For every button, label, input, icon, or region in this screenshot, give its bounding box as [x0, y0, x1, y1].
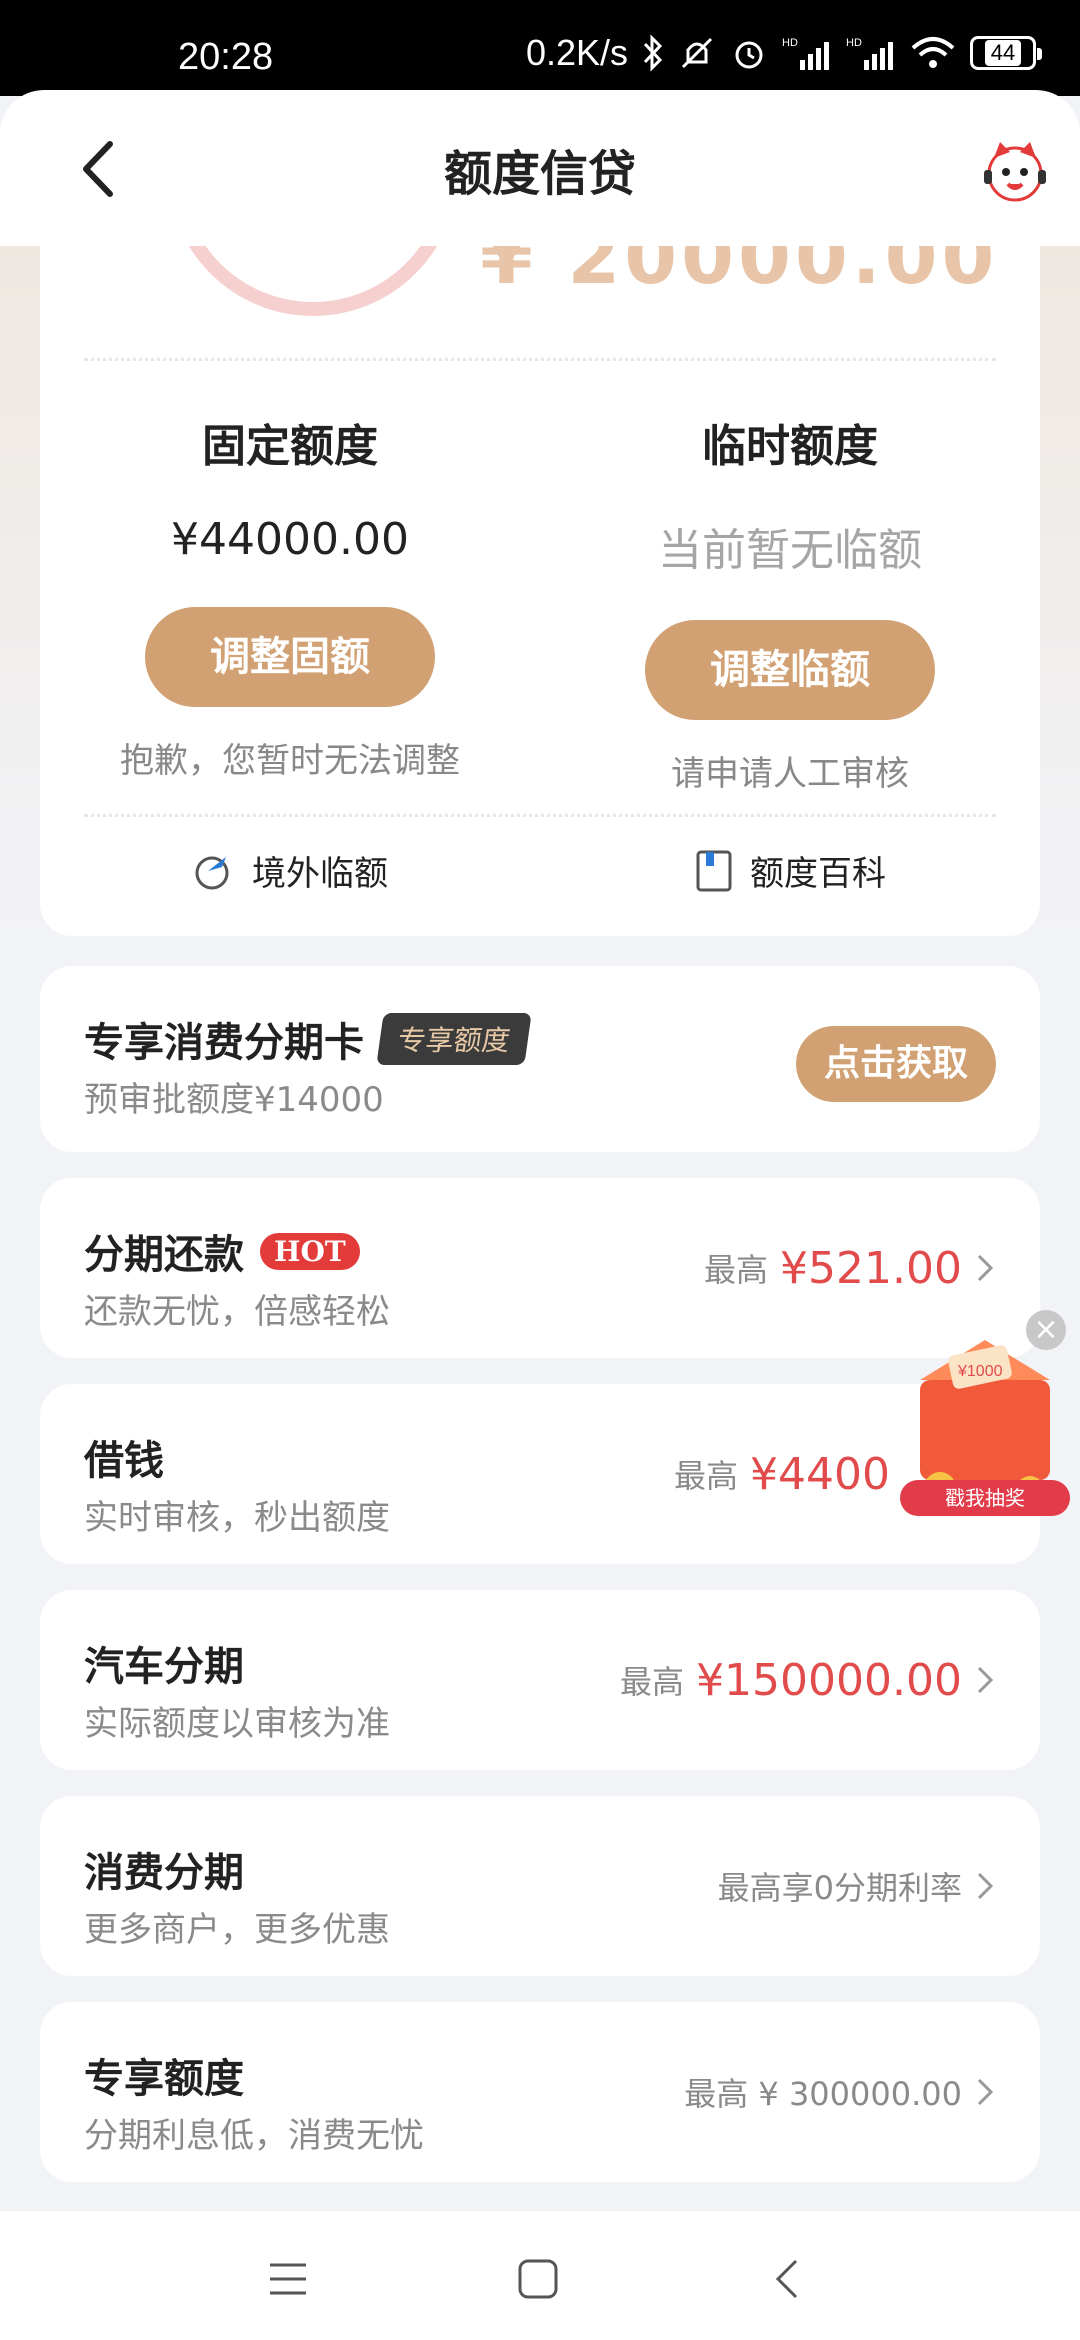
- item-right: 最高 ¥150000.00: [620, 1590, 996, 1770]
- svg-text:HD: HD: [846, 37, 862, 49]
- price-prefix: 最高: [620, 1663, 685, 1701]
- get-now-button[interactable]: 点击获取: [796, 1026, 996, 1102]
- temp-limit-title: 临时额度: [702, 421, 878, 472]
- item-title: 消费分期: [84, 1850, 244, 1896]
- temp-limit-note: 请申请人工审核: [671, 754, 909, 794]
- item-title: 汽车分期: [84, 1644, 244, 1690]
- fixed-limit-value: ¥44000.00: [171, 514, 409, 565]
- divider: [84, 358, 996, 361]
- back-nav-icon[interactable]: [766, 2257, 810, 2301]
- item-title-row: 汽车分期: [84, 1634, 244, 1692]
- customer-service-mascot-icon[interactable]: [980, 136, 1050, 206]
- status-time: 20:28: [178, 36, 274, 78]
- fixed-limit-column: 固定额度 ¥44000.00 调整固额 抱歉，您暂时无法调整: [40, 410, 540, 782]
- item-title-row: 分期还款 HOT: [84, 1222, 360, 1280]
- list-item[interactable]: 消费分期 更多商户，更多优惠 最高享0分期利率: [40, 1796, 1040, 1976]
- home-icon[interactable]: [516, 2257, 560, 2301]
- chevron-right-icon: [977, 1872, 994, 1900]
- temp-limit-column: 临时额度 当前暂无临额 调整临额 请申请人工审核: [540, 410, 1040, 795]
- item-title-row: 专享额度: [84, 2046, 244, 2104]
- fixed-limit-note: 抱歉，您暂时无法调整: [120, 741, 460, 781]
- item-title-row: 消费分期: [84, 1840, 244, 1898]
- menu-icon[interactable]: [266, 2257, 310, 2301]
- item-title: 分期还款: [84, 1232, 244, 1278]
- chevron-right-icon: [977, 1666, 994, 1694]
- overseas-limit-link[interactable]: 境外临额: [40, 846, 540, 895]
- page-title: 额度信贷: [443, 146, 636, 202]
- temp-limit-value: 当前暂无临额: [658, 525, 922, 576]
- signal-1-icon: HD: [782, 37, 829, 70]
- wifi-icon: [911, 37, 955, 68]
- limit-wiki-link[interactable]: 额度百科: [540, 846, 1040, 895]
- chevron-right-icon: [977, 2078, 994, 2106]
- plane-globe-icon: [195, 856, 229, 889]
- lottery-ad[interactable]: ¥1000 戳我抽奖: [880, 1320, 1080, 1540]
- item-right-text: 最高享0分期利率: [717, 1869, 962, 1907]
- bluetooth-icon: [643, 34, 663, 72]
- item-price: ¥150000.00: [696, 1654, 962, 1706]
- mute-icon: [681, 37, 713, 69]
- battery-icon: 44: [970, 36, 1042, 70]
- adjust-fixed-button[interactable]: 调整固额: [145, 607, 435, 707]
- item-right: 最高享0分期利率: [718, 1796, 996, 1976]
- svg-text:HD: HD: [782, 37, 798, 49]
- promo-subtitle: 预审批额度¥14000: [84, 1080, 384, 1120]
- price-prefix: 最高: [674, 1457, 739, 1495]
- item-subtitle: 实时审核，秒出额度: [84, 1498, 390, 1538]
- battery-level: 44: [984, 40, 1022, 66]
- exclusive-badge: 专享额度: [376, 1013, 532, 1065]
- item-price: ¥521.00: [780, 1242, 962, 1294]
- item-title: 专享额度: [84, 2056, 244, 2102]
- total-limit-cutoff: ¥ 20000.00: [480, 246, 999, 301]
- item-title-row: 借钱: [84, 1428, 164, 1486]
- promo-card[interactable]: 专享消费分期卡 专享额度 预审批额度¥14000 点击获取: [40, 966, 1040, 1152]
- item-title: 借钱: [84, 1438, 164, 1484]
- item-right: 最高 ¥ 300000.00: [684, 2002, 996, 2182]
- adjust-temp-button[interactable]: 调整临额: [645, 620, 935, 720]
- item-right-text: 最高 ¥ 300000.00: [684, 2075, 962, 2113]
- item-subtitle: 分期利息低，消费无忧: [84, 2116, 424, 2156]
- book-icon: [696, 850, 732, 891]
- price-prefix: 最高: [704, 1251, 769, 1289]
- ad-label: 戳我抽奖: [945, 1486, 1025, 1510]
- alarm-icon: [735, 41, 763, 69]
- ad-amount: ¥1000: [957, 1363, 1003, 1380]
- network-speed: 0.2K/s: [525, 32, 628, 73]
- list-item[interactable]: 专享额度 分期利息低，消费无忧 最高 ¥ 300000.00: [40, 2002, 1040, 2182]
- top-bar: 额度信贷: [0, 90, 1080, 246]
- limit-card: ¥ 20000.00 固定额度 ¥44000.00 调整固额 抱歉，您暂时无法调…: [40, 246, 1040, 936]
- item-subtitle: 还款无忧，倍感轻松: [84, 1292, 390, 1332]
- divider: [84, 814, 996, 817]
- item-subtitle: 更多商户，更多优惠: [84, 1910, 390, 1950]
- limit-ring-chart: [168, 246, 458, 316]
- hot-badge: HOT: [260, 1232, 360, 1270]
- chevron-right-icon: [977, 1254, 994, 1282]
- overseas-limit-label: 境外临额: [252, 854, 388, 894]
- list-item[interactable]: 汽车分期 实际额度以审核为准 最高 ¥150000.00: [40, 1590, 1040, 1770]
- item-right: 最高 ¥4400: [674, 1384, 890, 1564]
- fixed-limit-title: 固定额度: [202, 421, 378, 472]
- item-subtitle: 实际额度以审核为准: [84, 1704, 390, 1744]
- limit-wiki-label: 额度百科: [750, 854, 886, 894]
- promo-title: 专享消费分期卡: [84, 1020, 364, 1066]
- system-nav-bar: [0, 2210, 1080, 2340]
- promo-title-row: 专享消费分期卡 专享额度: [84, 1010, 532, 1068]
- signal-2-icon: HD: [846, 37, 893, 70]
- item-price: ¥4400: [750, 1448, 890, 1500]
- status-bar: 20:28 0.2K/s HD HD 44: [0, 0, 1080, 96]
- status-icons: 0.2K/s HD HD 44: [525, 32, 1042, 74]
